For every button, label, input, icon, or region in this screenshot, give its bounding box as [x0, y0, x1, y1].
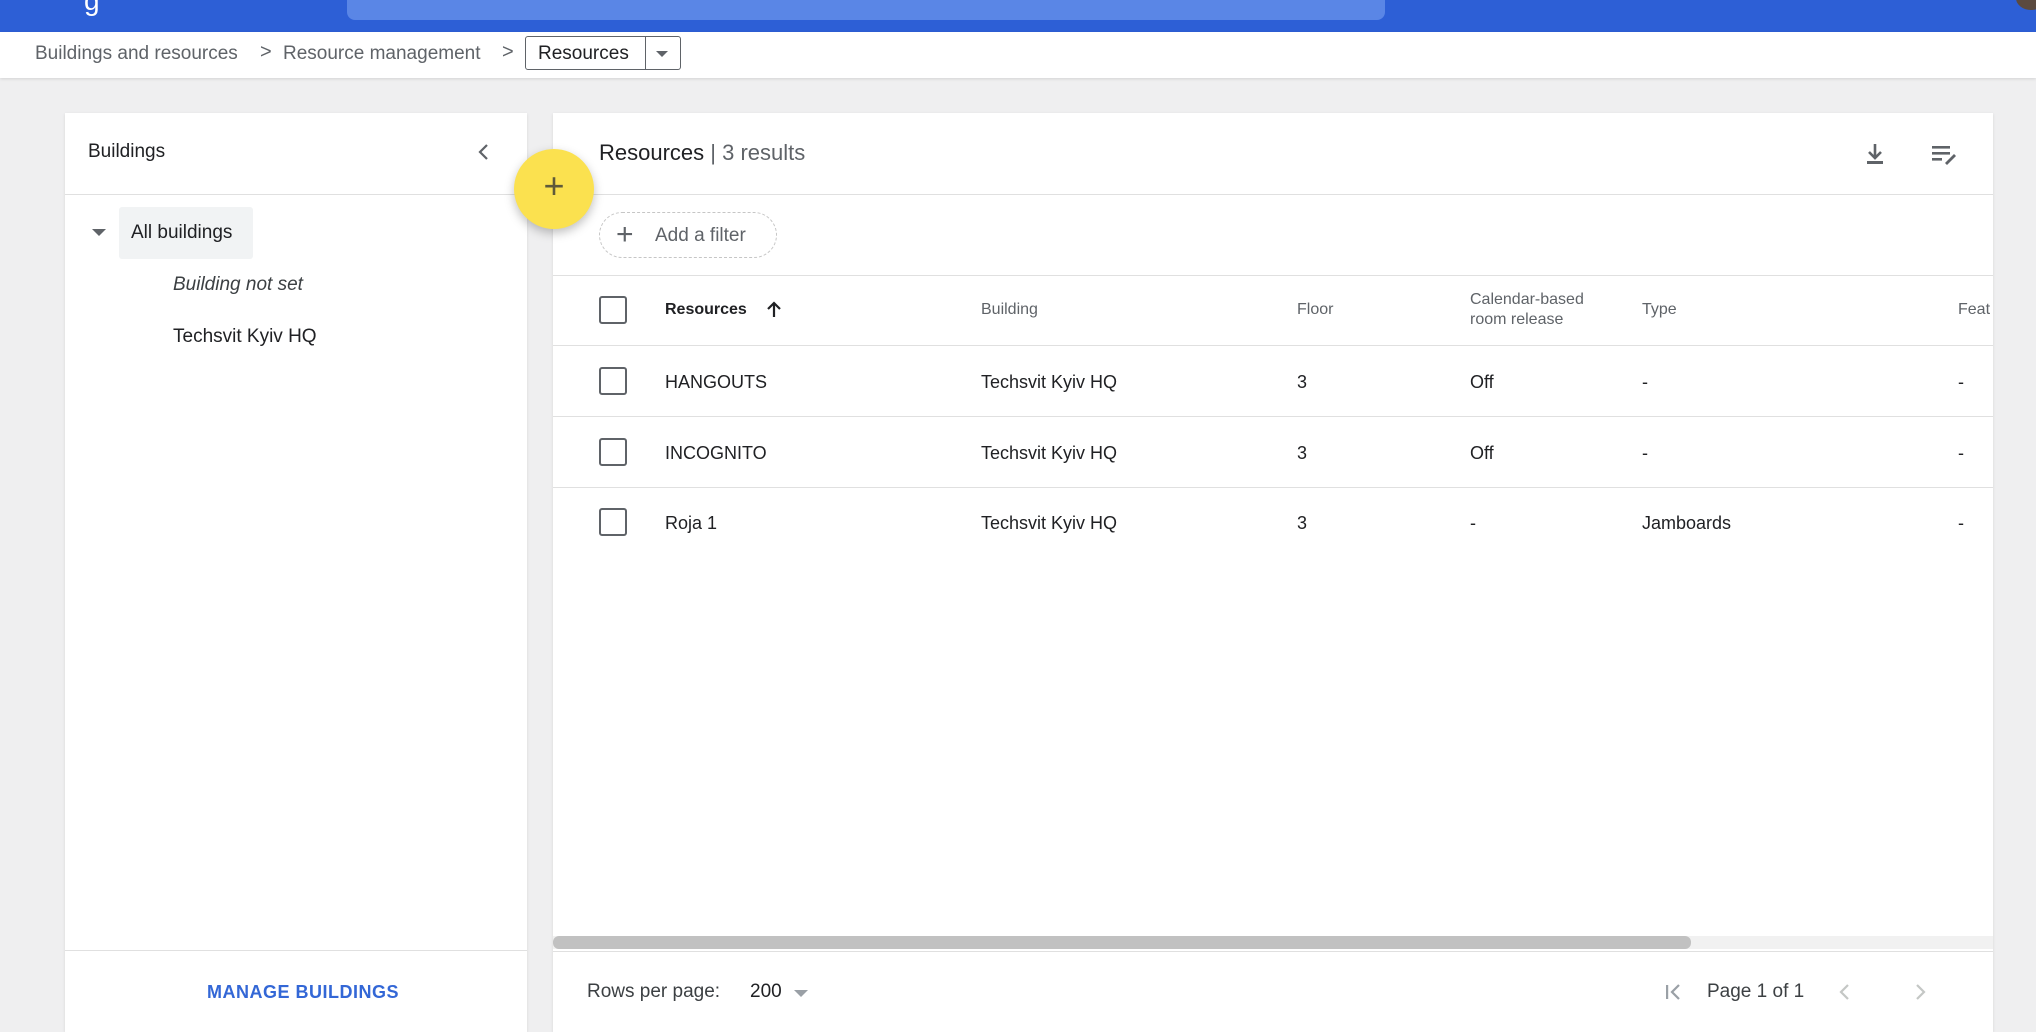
- cell-building: Techsvit Kyiv HQ: [981, 372, 1118, 392]
- cell-room-release: Off: [1470, 372, 1494, 392]
- buildings-panel: Buildings All buildings Building not set…: [65, 113, 527, 1032]
- rows-per-page-label: Rows per page:: [587, 981, 721, 1002]
- cell-resource-name[interactable]: Roja 1: [665, 512, 717, 534]
- search-box[interactable]: [347, 0, 1385, 20]
- tree-item-label: All buildings: [131, 222, 233, 243]
- resources-title: Resources: [599, 140, 705, 165]
- breadcrumb-separator: >: [502, 41, 514, 63]
- cell-type: -: [1642, 443, 1648, 463]
- page-title: Resources | 3 results: [599, 140, 805, 166]
- divider: [553, 487, 1993, 488]
- manage-buildings-button[interactable]: MANAGE BUILDINGS: [207, 981, 399, 1003]
- resources-panel: Resources | 3 results + Add a filter Res…: [553, 113, 1993, 1032]
- breadcrumb-resources-select[interactable]: Resources: [525, 36, 681, 70]
- divider: [65, 194, 527, 195]
- arrow-up-icon[interactable]: [763, 299, 785, 321]
- edit-list-icon: [1932, 146, 1956, 165]
- collapse-panel-button[interactable]: [469, 137, 499, 167]
- column-header-calendar-line1[interactable]: Calendar-based: [1470, 290, 1584, 310]
- tree-item-building-not-set[interactable]: Building not set: [173, 274, 303, 296]
- cell-type: -: [1642, 372, 1648, 392]
- plus-icon: +: [543, 165, 565, 206]
- row-checkbox[interactable]: [599, 438, 627, 466]
- cell-building: Techsvit Kyiv HQ: [981, 513, 1118, 533]
- caret-down-icon: [794, 990, 808, 997]
- caret-down-icon[interactable]: [92, 229, 106, 236]
- divider: [65, 950, 527, 951]
- cell-features: -: [1958, 513, 1964, 533]
- breadcrumb-separator: >: [260, 41, 272, 63]
- rows-per-page-select[interactable]: 200: [750, 979, 820, 1005]
- chevron-left-icon: [478, 144, 488, 160]
- tree-item-all-buildings[interactable]: All buildings: [119, 207, 253, 259]
- cell-room-release: -: [1470, 513, 1476, 533]
- cell-features: -: [1958, 372, 1964, 392]
- divider: [553, 345, 1993, 346]
- column-header-resources[interactable]: Resources: [665, 300, 747, 320]
- download-icon: [1867, 144, 1883, 164]
- add-resource-fab[interactable]: +: [514, 149, 594, 229]
- cell-resource-name[interactable]: INCOGNITO: [665, 442, 767, 464]
- breadcrumb: Buildings and resources > Resource manag…: [0, 32, 2036, 78]
- first-page-icon: [1666, 984, 1680, 1000]
- column-header-calendar-line2[interactable]: room release: [1470, 310, 1563, 330]
- row-checkbox[interactable]: [599, 508, 627, 536]
- top-app-bar: g: [0, 0, 2036, 32]
- plus-icon: +: [616, 218, 634, 251]
- cell-type: Jamboards: [1642, 513, 1732, 533]
- cell-floor: 3: [1297, 443, 1308, 463]
- breadcrumb-current: Resources: [538, 43, 629, 64]
- rows-per-page-value: 200: [750, 981, 782, 1002]
- divider: [553, 951, 1993, 952]
- cell-room-release: Off: [1470, 443, 1494, 463]
- manage-columns-button[interactable]: [1926, 137, 1960, 171]
- next-page-button[interactable]: [1905, 977, 1935, 1007]
- download-button[interactable]: [1858, 137, 1892, 171]
- cell-building: Techsvit Kyiv HQ: [981, 443, 1118, 463]
- divider: [553, 275, 1993, 276]
- column-header-type[interactable]: Type: [1642, 300, 1677, 320]
- app-brand: g: [84, 0, 100, 16]
- scrollbar-thumb[interactable]: [553, 936, 1691, 949]
- add-filter-button[interactable]: + Add a filter: [599, 212, 777, 258]
- row-checkbox[interactable]: [599, 367, 627, 395]
- cell-features: -: [1958, 443, 1964, 463]
- previous-page-button[interactable]: [1830, 977, 1860, 1007]
- divider: [553, 194, 1993, 195]
- avatar[interactable]: [2016, 0, 2036, 10]
- tree-item-techsvit-kyiv-hq[interactable]: Techsvit Kyiv HQ: [173, 326, 317, 348]
- cell-resource-name[interactable]: HANGOUTS: [665, 371, 767, 393]
- breadcrumb-buildings-and-resources[interactable]: Buildings and resources: [35, 43, 238, 65]
- select-all-checkbox[interactable]: [599, 296, 627, 324]
- cell-floor: 3: [1297, 513, 1308, 533]
- buildings-panel-title: Buildings: [88, 141, 166, 162]
- page-indicator: Page 1 of 1: [1707, 981, 1805, 1002]
- column-header-building[interactable]: Building: [981, 300, 1038, 320]
- column-header-features[interactable]: Feat: [1958, 300, 1990, 320]
- select-divider: [645, 37, 646, 69]
- cell-floor: 3: [1297, 372, 1308, 392]
- results-count: | 3 results: [710, 140, 806, 165]
- add-filter-label: Add a filter: [655, 225, 746, 246]
- first-page-button[interactable]: [1658, 977, 1688, 1007]
- divider: [553, 416, 1993, 417]
- column-header-floor[interactable]: Floor: [1297, 300, 1333, 320]
- chevron-left-icon: [1839, 984, 1849, 1000]
- chevron-down-icon[interactable]: [656, 51, 668, 57]
- breadcrumb-resource-management[interactable]: Resource management: [283, 43, 481, 65]
- chevron-right-icon: [1916, 984, 1926, 1000]
